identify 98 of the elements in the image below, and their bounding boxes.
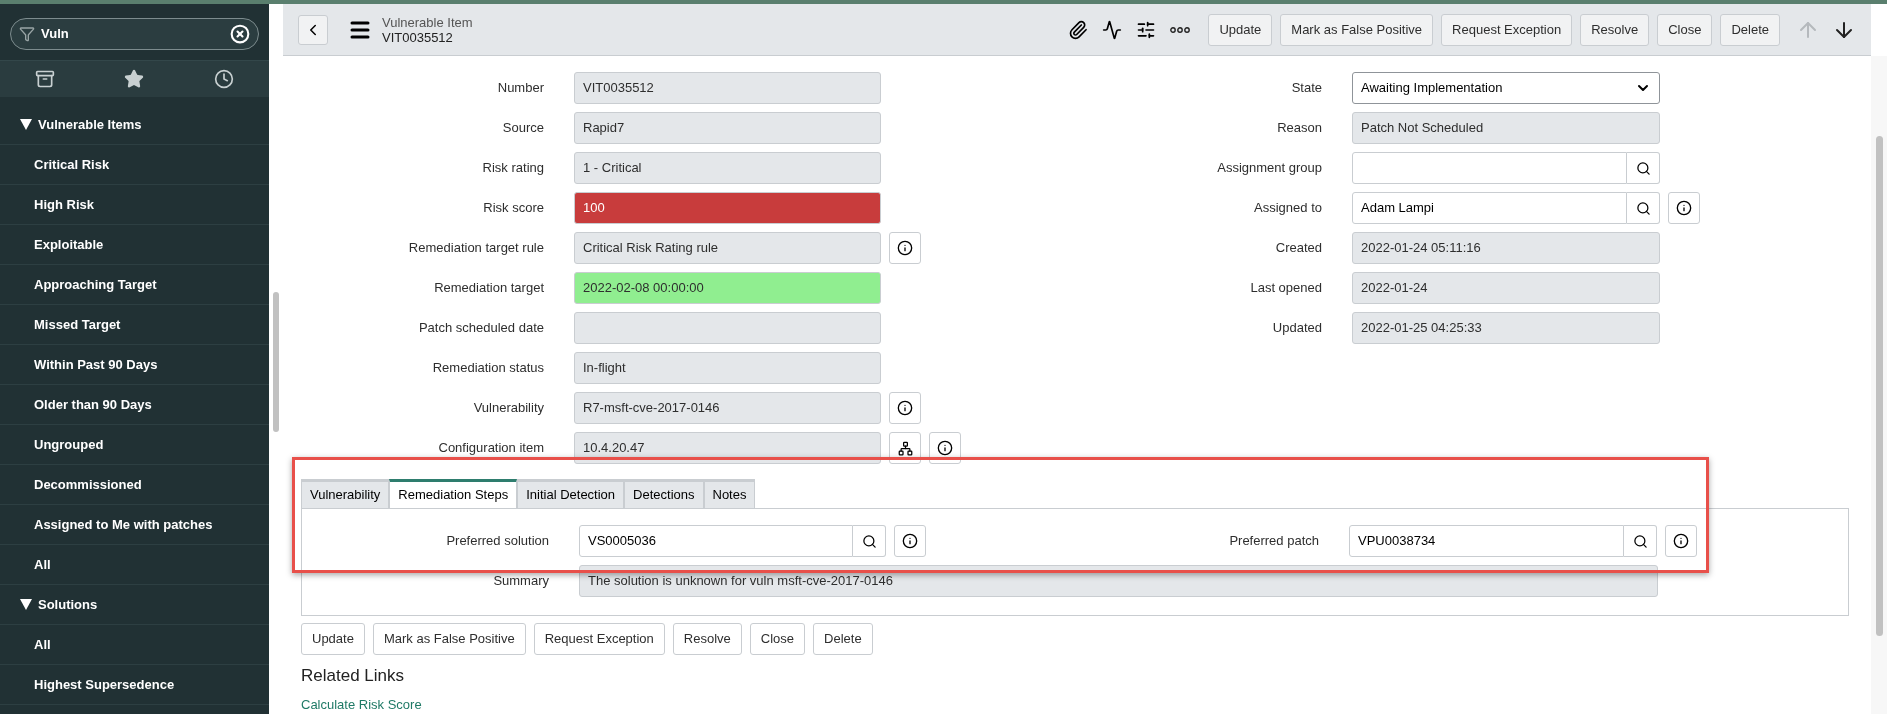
field-label: Assigned to — [1253, 199, 1322, 218]
info-icon — [897, 240, 913, 256]
field-label: Patch scheduled date — [417, 319, 544, 338]
section-header[interactable]: Solutions — [38, 594, 98, 615]
search-button[interactable] — [1624, 525, 1657, 557]
field-label: Preferred patch — [1228, 532, 1319, 551]
field-label: Number — [496, 79, 544, 98]
info-icon — [1673, 533, 1689, 549]
info-button[interactable] — [1665, 525, 1697, 557]
field-label: Risk rating — [481, 159, 544, 178]
clock-icon[interactable] — [214, 69, 235, 89]
info-icon — [902, 533, 918, 549]
field-label: Updated — [1271, 319, 1322, 338]
field-label: Source — [501, 119, 544, 138]
info-button[interactable] — [889, 232, 921, 264]
header-action-button[interactable]: Delete — [1720, 13, 1780, 46]
read-only-field: Critical Risk Rating rule — [574, 232, 881, 264]
search-button[interactable] — [1627, 152, 1660, 184]
footer-action-button[interactable]: Resolve — [672, 623, 742, 655]
footer-action-button[interactable]: Close — [749, 623, 806, 655]
header-action-button[interactable]: Resolve — [1580, 13, 1650, 46]
read-only-field: Rapid7 — [574, 112, 881, 144]
read-only-field: Patch Not Scheduled — [1352, 112, 1660, 144]
hierarchy-button[interactable] — [889, 432, 921, 464]
footer-action-button[interactable]: Update — [301, 623, 365, 655]
tab[interactable]: Initial Detection — [517, 479, 625, 508]
read-only-field: 2022-01-24 — [1352, 272, 1660, 304]
header-action-button[interactable]: Mark as False Positive — [1280, 13, 1434, 46]
reference-field[interactable]: VS0005036 — [579, 525, 853, 557]
tab[interactable]: Detections — [624, 479, 704, 508]
info-icon — [897, 400, 913, 416]
sliders-icon[interactable] — [1136, 19, 1157, 40]
back-button[interactable] — [298, 14, 328, 45]
triangle-icon — [20, 599, 32, 610]
tab[interactable]: Vulnerability — [301, 479, 390, 508]
state-select[interactable]: Awaiting Implementation — [1352, 72, 1660, 104]
clear-icon[interactable] — [230, 24, 250, 44]
search-field[interactable]: Vuln — [10, 18, 259, 50]
reference-field[interactable] — [1352, 152, 1627, 184]
related-links-heading: Related Links — [301, 665, 405, 687]
read-only-field: VIT0035512 — [574, 72, 881, 104]
hierarchy-icon — [897, 440, 913, 456]
more-icon[interactable] — [1170, 26, 1191, 33]
section-header[interactable]: Vulnerable Items — [38, 114, 142, 135]
field-label: Created — [1274, 239, 1322, 258]
info-button[interactable] — [894, 525, 926, 557]
field-label: Risk score — [482, 199, 544, 218]
read-only-field: 2022-01-25 04:25:33 — [1352, 312, 1660, 344]
search-icon — [1635, 160, 1651, 176]
field-label: Configuration item — [437, 439, 544, 458]
info-button[interactable] — [889, 392, 921, 424]
read-only-field: 100 — [574, 192, 881, 224]
info-icon — [1676, 200, 1692, 216]
footer-action-button[interactable]: Delete — [813, 623, 873, 655]
read-only-field: The solution is unknown for vuln msft-cve-2017-0146 — [579, 565, 1658, 597]
search-icon — [861, 533, 877, 549]
archive-icon[interactable] — [34, 69, 55, 89]
related-link[interactable]: Calculate Risk Score — [301, 694, 422, 714]
record-type: Vulnerable Item — [382, 14, 473, 30]
field-label: Last opened — [1249, 279, 1322, 298]
info-button[interactable] — [1668, 192, 1700, 224]
field-label: Summary — [492, 572, 549, 591]
field-label: Vulnerability — [472, 399, 544, 418]
read-only-field: 2022-02-08 00:00:00 — [574, 272, 881, 304]
read-only-field: R7-msft-cve-2017-0146 — [574, 392, 881, 424]
activity-icon[interactable] — [1102, 19, 1123, 40]
header-action-button[interactable]: Update — [1208, 13, 1273, 46]
read-only-field: In-flight — [574, 352, 881, 384]
info-icon — [937, 440, 953, 456]
search-icon — [1632, 533, 1648, 549]
read-only-field: 10.4.20.47 — [574, 432, 881, 464]
search-icon — [1635, 200, 1651, 216]
field-label: Remediation status — [431, 359, 544, 378]
field-label: State — [1290, 79, 1322, 98]
header-action-button[interactable]: Close — [1657, 13, 1713, 46]
tab[interactable]: Remediation Steps — [389, 479, 518, 508]
read-only-field: 1 - Critical — [574, 152, 881, 184]
header-action-button[interactable]: Request Exception — [1441, 13, 1573, 46]
field-label: Remediation target rule — [407, 239, 544, 258]
footer-action-button[interactable]: Request Exception — [533, 623, 665, 655]
record-number: VIT0035512 — [382, 29, 454, 45]
field-label: Reason — [1276, 119, 1322, 138]
scrollbar[interactable] — [1871, 56, 1887, 714]
triangle-icon — [20, 119, 32, 130]
tab[interactable]: Notes — [703, 479, 756, 508]
reference-field[interactable]: VPU0038734 — [1349, 525, 1624, 557]
info-button[interactable] — [929, 432, 961, 464]
reference-field[interactable]: Adam Lampi — [1352, 192, 1627, 224]
field-label: Assignment group — [1216, 159, 1322, 178]
field-label: Preferred solution — [445, 532, 549, 551]
footer-action-button[interactable]: Mark as False Positive — [372, 623, 526, 655]
paperclip-icon[interactable] — [1068, 19, 1089, 40]
field-label: Remediation target — [433, 279, 544, 298]
search-button[interactable] — [1627, 192, 1660, 224]
filter-icon — [19, 26, 35, 42]
read-only-field: 2022-01-24 05:11:16 — [1352, 232, 1660, 264]
star-icon[interactable] — [124, 69, 145, 89]
search-button[interactable] — [853, 525, 886, 557]
